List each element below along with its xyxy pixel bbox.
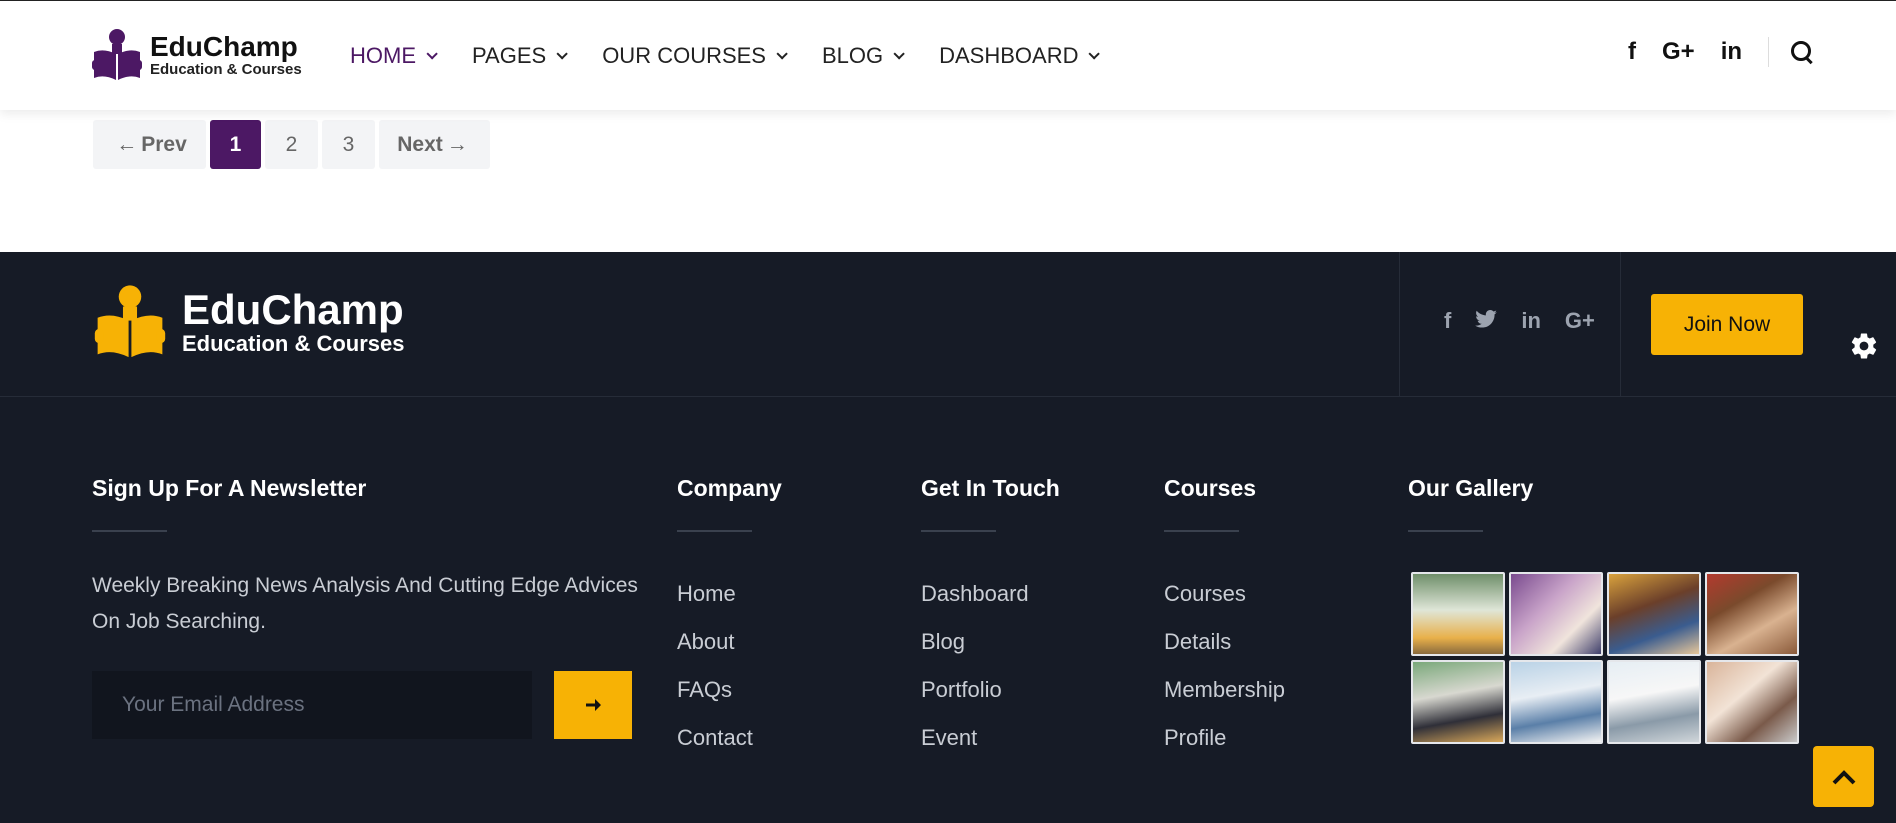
nav-blog-label: BLOG <box>821 43 884 68</box>
email-field-wrapper <box>92 671 532 739</box>
footer-link-event[interactable]: Event <box>921 724 1029 772</box>
arrow-left-icon: ← <box>116 132 138 156</box>
page-2-button[interactable]: 2 <box>265 120 318 169</box>
prev-button[interactable]: ← Prev <box>93 120 206 169</box>
footer-link-home[interactable]: Home <box>677 580 753 628</box>
company-links: Home About FAQs Contact <box>677 580 753 772</box>
nav-home-label: HOME <box>350 43 416 68</box>
nav-home[interactable]: HOME <box>350 41 438 71</box>
logo-icon <box>92 28 142 82</box>
gallery-image[interactable] <box>1705 660 1799 744</box>
chevron-down-icon <box>426 48 438 60</box>
courses-links: Courses Details Membership Profile <box>1164 580 1285 772</box>
nav-our-courses-label: OUR COURSES <box>602 43 766 68</box>
newsletter-text: Weekly Breaking News Analysis And Cuttin… <box>92 574 638 633</box>
nav-dashboard-label: DASHBOARD <box>939 43 1079 68</box>
site-header: EduChamp Education & Courses HOME PAGES … <box>0 0 1896 110</box>
footer-link-courses[interactable]: Courses <box>1164 580 1285 628</box>
chevron-up-icon <box>1832 769 1855 784</box>
linkedin-icon[interactable]: in <box>1521 308 1541 334</box>
chevron-down-icon <box>776 48 788 60</box>
footer-logo-title: EduChamp <box>182 286 404 333</box>
gallery-grid <box>1411 572 1799 744</box>
nav-blog[interactable]: BLOG <box>821 41 905 71</box>
get-in-touch-links: Dashboard Blog Portfolio Event <box>921 580 1029 772</box>
newsletter-title: Sign Up For A Newsletter <box>92 475 367 501</box>
divider <box>92 530 167 532</box>
gallery-image[interactable] <box>1411 572 1505 656</box>
chevron-down-icon <box>893 48 905 60</box>
divider <box>1408 530 1483 532</box>
gallery-title: Our Gallery <box>1408 475 1534 501</box>
footer-link-about[interactable]: About <box>677 628 753 676</box>
logo-title: EduChamp <box>150 31 298 62</box>
page-1-button[interactable]: 1 <box>210 120 261 169</box>
main-nav: HOME PAGES OUR COURSES BLOG DASHBOARD <box>350 41 1134 71</box>
scroll-to-top-button[interactable] <box>1813 746 1874 807</box>
facebook-icon[interactable]: f <box>1444 308 1451 334</box>
nav-pages[interactable]: PAGES <box>472 41 568 71</box>
footer-link-blog[interactable]: Blog <box>921 628 1029 676</box>
footer-top: EduChamp Education & Courses f in G+ Joi… <box>0 252 1896 397</box>
facebook-icon[interactable]: f <box>1628 38 1636 66</box>
footer-link-dashboard[interactable]: Dashboard <box>921 580 1029 628</box>
email-field[interactable] <box>92 671 532 739</box>
nav-our-courses[interactable]: OUR COURSES <box>602 41 788 71</box>
get-in-touch-title: Get In Touch <box>921 475 1060 501</box>
search-icon[interactable] <box>1791 41 1813 63</box>
next-button[interactable]: Next → <box>379 120 490 169</box>
divider <box>1620 252 1621 397</box>
courses-title: Courses <box>1164 475 1257 501</box>
gallery-image[interactable] <box>1411 660 1505 744</box>
linkedin-icon[interactable]: in <box>1721 38 1742 66</box>
gallery-image[interactable] <box>1509 572 1603 656</box>
arrow-right-icon: → <box>446 132 468 156</box>
google-plus-icon[interactable]: G+ <box>1662 38 1695 66</box>
chevron-down-icon <box>556 48 568 60</box>
gallery-image[interactable] <box>1509 660 1603 744</box>
header-divider <box>1768 37 1770 67</box>
footer-link-portfolio[interactable]: Portfolio <box>921 676 1029 724</box>
join-now-button[interactable]: Join Now <box>1651 294 1803 355</box>
company-title: Company <box>677 475 782 501</box>
prev-label: Prev <box>141 132 187 156</box>
footer-logo[interactable]: EduChamp Education & Courses <box>92 284 404 360</box>
header-logo[interactable]: EduChamp Education & Courses <box>92 28 302 82</box>
divider <box>921 530 996 532</box>
gear-icon[interactable] <box>1844 326 1884 366</box>
gallery-image[interactable] <box>1607 572 1701 656</box>
divider <box>1164 530 1239 532</box>
footer-link-faqs[interactable]: FAQs <box>677 676 753 724</box>
next-label: Next <box>397 132 443 156</box>
chevron-down-icon <box>1088 48 1101 60</box>
footer-link-membership[interactable]: Membership <box>1164 676 1285 724</box>
gallery-image[interactable] <box>1705 572 1799 656</box>
page-3-button[interactable]: 3 <box>322 120 375 169</box>
subscribe-button[interactable] <box>554 671 632 739</box>
logo-icon <box>94 285 166 358</box>
pagination: ← Prev 1 2 3 Next → <box>93 120 490 169</box>
arrow-right-icon <box>586 699 601 711</box>
footer-link-profile[interactable]: Profile <box>1164 724 1285 772</box>
footer-logo-subtitle: Education & Courses <box>182 331 405 356</box>
google-plus-icon[interactable]: G+ <box>1565 308 1595 334</box>
footer-link-details[interactable]: Details <box>1164 628 1285 676</box>
gallery-image[interactable] <box>1607 660 1701 744</box>
nav-dashboard[interactable]: DASHBOARD <box>939 41 1101 71</box>
twitter-icon[interactable] <box>1475 308 1498 334</box>
divider <box>1399 252 1400 397</box>
nav-pages-label: PAGES <box>472 43 547 68</box>
site-footer: EduChamp Education & Courses f in G+ Joi… <box>0 252 1896 823</box>
logo-subtitle: Education & Courses <box>150 61 302 78</box>
divider <box>677 530 752 532</box>
footer-link-contact[interactable]: Contact <box>677 724 753 772</box>
footer-social: f in G+ <box>1444 308 1619 334</box>
header-social: f G+ in <box>1628 37 1813 67</box>
